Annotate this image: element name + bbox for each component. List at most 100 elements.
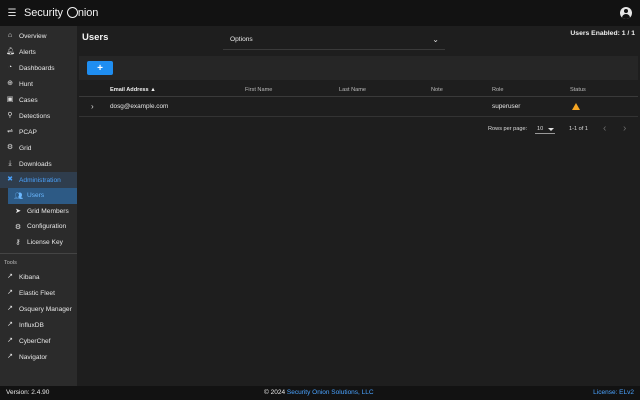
pcap-icon: ⇌ (7, 128, 13, 135)
table-row[interactable]: › dosg@example.com superuser (79, 97, 638, 117)
sidebar-tool-elastic-fleet[interactable]: ↗ Elastic Fleet (0, 285, 77, 301)
rows-per-page-label: Rows per page: (488, 126, 528, 132)
briefcase-icon: ▣ (6, 96, 14, 103)
gear-icon: ⚙ (14, 223, 22, 231)
sidebar-item-label: Navigator (19, 353, 48, 361)
sidebar-subitem-grid-members[interactable]: ➤ Grid Members (0, 204, 77, 220)
brand-prefix: Security (24, 7, 66, 19)
sidebar-subitem-license-key[interactable]: ⚷ License Key (0, 235, 77, 251)
sidebar-item-label: Dashboards (19, 64, 55, 72)
onion-logo-icon (66, 7, 78, 18)
sidebar-item-label: Grid Members (27, 207, 69, 215)
column-header-email[interactable]: Email Address ▲ (110, 87, 156, 93)
sidebar-item-label: Administration (19, 176, 61, 184)
sidebar-item-hunt[interactable]: ⊕ Hunt (0, 76, 77, 92)
sidebar-item-pcap[interactable]: ⇌ PCAP (0, 124, 77, 140)
dropdown-arrow-icon (548, 128, 554, 131)
external-link-icon: ↗ (7, 321, 13, 328)
add-user-button[interactable]: + (87, 61, 113, 75)
sidebar-item-label: Detections (19, 112, 51, 120)
copyright-prefix: © 2024 (264, 389, 287, 396)
sidebar-item-label: Kibana (19, 273, 40, 281)
options-dropdown[interactable]: Options ⌄ (223, 30, 445, 50)
next-page-button[interactable]: › (623, 123, 626, 134)
column-header-last-name[interactable]: Last Name (339, 87, 366, 93)
chevron-down-icon: ⌄ (432, 35, 439, 44)
grid-icon: ⚙ (6, 144, 14, 151)
users-enabled-count: Users Enabled: 1 / 1 (570, 30, 635, 37)
version-text: Version: 2.4.90 (6, 389, 50, 396)
sidebar-item-label: Downloads (19, 160, 52, 168)
sidebar-tool-navigator[interactable]: ↗ Navigator (0, 349, 77, 365)
dashboard-icon: ◔ (7, 64, 13, 71)
license-link[interactable]: License: ELv2 (593, 389, 634, 396)
sidebar: ⌂ Overview 🔔︎ Alerts ◔ Dashboards ⊕ Hunt ▣ Ca… (0, 26, 77, 386)
company-link[interactable]: Security Onion Solutions, LLC (287, 389, 374, 396)
sidebar-item-dashboards[interactable]: ◔ Dashboards (0, 60, 77, 76)
users-icon: 👥︎ (14, 192, 23, 200)
sidebar-item-grid[interactable]: ⚙ Grid (0, 140, 77, 156)
top-app-bar: ☰ Security nion (0, 0, 640, 26)
sidebar-tool-kibana[interactable]: ↗ Kibana (0, 269, 77, 285)
key-icon: ⚷ (15, 239, 21, 247)
table-pagination: Rows per page: 10 1-1 of 1 ‹ › (77, 121, 638, 137)
options-label: Options (230, 36, 253, 43)
hamburger-icon[interactable]: ☰ (0, 0, 24, 26)
column-header-role[interactable]: Role (492, 87, 504, 93)
sidebar-item-alerts[interactable]: 🔔︎ Alerts (0, 44, 77, 60)
main-content: Users Options ⌄ Users Enabled: 1 / 1 + E… (77, 26, 640, 386)
sidebar-subitem-configuration[interactable]: ⚙ Configuration (0, 219, 77, 235)
table-header: Email Address ▲ First Name Last Name Not… (79, 82, 638, 97)
column-header-label: Email Address (110, 87, 149, 93)
bell-icon: 🔔︎ (6, 48, 15, 55)
sidebar-item-overview[interactable]: ⌂ Overview (0, 28, 77, 44)
external-link-icon: ↗ (7, 273, 13, 280)
sidebar-item-administration[interactable]: ✖ Administration (0, 172, 77, 188)
sidebar-item-detections[interactable]: ⚲ Detections (0, 108, 77, 124)
cell-role: superuser (492, 103, 521, 110)
account-icon[interactable] (620, 7, 632, 19)
sidebar-subitem-users[interactable]: 👥︎ Users (8, 188, 77, 204)
brand-suffix: nion (77, 7, 99, 19)
admin-icon: ✖ (7, 176, 13, 183)
sidebar-item-label: Elastic Fleet (19, 289, 55, 297)
sort-ascending-icon: ▲ (150, 87, 156, 93)
sidebar-item-label: Osquery Manager (19, 305, 72, 313)
sidebar-divider (0, 253, 77, 254)
column-header-first-name[interactable]: First Name (245, 87, 272, 93)
column-header-note[interactable]: Note (431, 87, 443, 93)
sidebar-item-label: Grid (19, 144, 32, 152)
page-title: Users (82, 32, 109, 43)
sidebar-item-label: Cases (19, 96, 38, 104)
previous-page-button[interactable]: ‹ (603, 123, 606, 134)
table-toolbar: + (79, 56, 638, 80)
sidebar-item-downloads[interactable]: ⤓ Downloads (0, 156, 77, 172)
sidebar-item-cases[interactable]: ▣ Cases (0, 92, 77, 108)
external-link-icon: ↗ (7, 305, 13, 312)
page-range: 1-1 of 1 (569, 126, 588, 132)
sidebar-item-label: CyberChef (19, 337, 51, 345)
chevron-right-icon[interactable]: › (91, 102, 94, 111)
app-logo[interactable]: Security nion (24, 7, 98, 19)
crosshair-icon: ⊕ (7, 80, 13, 87)
footer: Version: 2.4.90 © 2024 Security Onion So… (0, 386, 640, 400)
rows-per-page-select[interactable]: 10 (535, 122, 555, 134)
rows-per-page-value: 10 (537, 126, 544, 132)
sidebar-tool-cyberchef[interactable]: ↗ CyberChef (0, 333, 77, 349)
sidebar-tool-influxdb[interactable]: ↗ InfluxDB (0, 317, 77, 333)
external-link-icon: ↗ (7, 337, 13, 344)
sidebar-item-label: Hunt (19, 80, 33, 88)
external-link-icon: ↗ (7, 289, 13, 296)
download-icon: ⤓ (8, 160, 12, 167)
column-header-status[interactable]: Status (570, 87, 586, 93)
sidebar-item-label: PCAP (19, 128, 37, 136)
copyright: © 2024 Security Onion Solutions, LLC (264, 389, 374, 396)
send-icon: ➤ (15, 208, 21, 216)
sidebar-tool-osquery-manager[interactable]: ↗ Osquery Manager (0, 301, 77, 317)
users-table: Email Address ▲ First Name Last Name Not… (79, 82, 638, 117)
warning-icon (572, 103, 580, 110)
home-icon: ⌂ (7, 32, 13, 39)
sidebar-item-label: Alerts (19, 48, 36, 56)
external-link-icon: ↗ (7, 353, 13, 360)
tools-section-label: Tools (4, 260, 17, 266)
